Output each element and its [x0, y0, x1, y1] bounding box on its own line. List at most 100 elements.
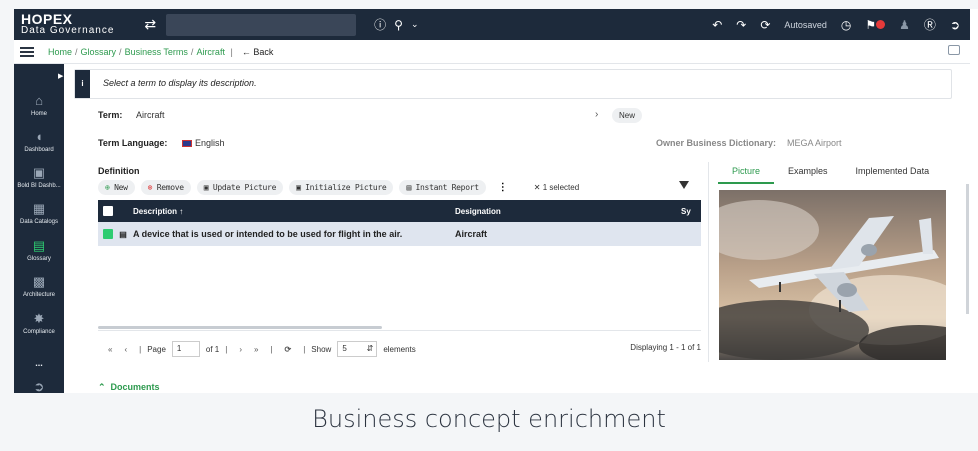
column-header-description[interactable]: Description ↑ [133, 207, 455, 216]
panel-divider[interactable] [708, 162, 709, 362]
sidebar-item-bold-bi[interactable]: ▣ Bold BI Dashb... [14, 165, 64, 190]
breadcrumb-business-terms[interactable]: Business Terms [125, 47, 188, 57]
tab-examples[interactable]: Examples [774, 164, 842, 184]
sidebar-item-label: Home [30, 111, 47, 117]
swap-icon[interactable]: ⇄ [144, 17, 156, 33]
instant-report-button[interactable]: ▤ Instant Report [399, 179, 486, 195]
page-size-stepper[interactable]: 5 ⇵ [337, 341, 378, 357]
page-of-label: of 1 [205, 344, 220, 354]
notifications-icon[interactable]: ⚑ [865, 18, 886, 32]
breadcrumb: Home / Glossary / Business Terms / Aircraft | [48, 46, 233, 57]
term-label: Term: [98, 110, 123, 120]
export-icon: ➲ [33, 379, 45, 394]
glossary-icon: ▤ [32, 238, 46, 253]
aircraft-image [719, 190, 946, 360]
detail-tabs: Picture Examples Implemented Data [718, 164, 943, 184]
refresh-grid-icon[interactable]: ⟳ [285, 345, 292, 354]
column-header-designation[interactable]: Designation [455, 207, 681, 216]
tab-picture[interactable]: Picture [718, 164, 775, 184]
definition-grid: Description ↑ Designation Sy ▤ A device … [98, 200, 701, 246]
first-page-icon[interactable]: « [108, 345, 112, 354]
sidebar-item-compliance[interactable]: ✸ Compliance [14, 311, 64, 336]
page-input[interactable]: 1 [171, 341, 200, 357]
previous-page-icon[interactable]: ‹ [124, 345, 127, 354]
new-button-label: New [114, 182, 128, 192]
sidebar-item-label: Dashboard [24, 147, 54, 153]
help-icon[interactable]: Ⓡ [924, 16, 936, 33]
more-actions-icon[interactable]: ⋮ [498, 182, 508, 193]
undo-icon[interactable]: ↶ [712, 18, 722, 32]
compliance-icon: ✸ [33, 311, 45, 326]
grid-divider [98, 330, 701, 331]
user-icon[interactable]: ♟ [899, 18, 910, 32]
sidebar-item-data-catalogs[interactable]: ▦ Data Catalogs [14, 202, 64, 226]
plus-icon: ⊕ [105, 182, 110, 192]
filter-icon[interactable] [679, 181, 689, 189]
top-bar: HOPEX Data Governance ⇄ ⓘ ⚲ ⌄ ↶ ↷ ⟳ Auto… [14, 9, 970, 40]
last-page-icon[interactable]: » [254, 345, 258, 354]
logout-icon[interactable]: ➲ [950, 18, 960, 32]
next-page-icon[interactable]: › [239, 345, 242, 354]
panel-vertical-scrollbar[interactable] [966, 184, 969, 314]
history-icon[interactable]: ◷ [841, 18, 851, 32]
main-content: i Select a term to display its descripti… [64, 64, 970, 393]
comment-icon[interactable] [948, 45, 960, 55]
update-picture-button[interactable]: ▣ Update Picture [196, 179, 284, 195]
term-language-value[interactable]: English [182, 138, 225, 148]
app-logo[interactable]: HOPEX Data Governance [21, 12, 114, 36]
global-search-input[interactable] [166, 13, 357, 36]
displaying-count: Displaying 1 - 1 of 1 [630, 343, 701, 352]
tab-implemented-data[interactable]: Implemented Data [842, 164, 944, 184]
definition-icon: ▤ [119, 229, 127, 239]
remove-button[interactable]: ⊗ Remove [140, 179, 191, 195]
info-icon[interactable]: ⓘ [374, 16, 386, 33]
selection-count[interactable]: ✕ 1 selected [534, 183, 579, 192]
picture-icon: ▣ [203, 182, 209, 192]
horizontal-scrollbar[interactable] [98, 326, 382, 329]
row-designation: Aircraft [455, 229, 488, 239]
report-icon: ▤ [406, 182, 411, 192]
breadcrumb-glossary[interactable]: Glossary [81, 47, 117, 57]
term-value[interactable]: Aircraft [136, 110, 165, 120]
info-banner: i Select a term to display its descripti… [74, 69, 952, 99]
sidebar-item-glossary[interactable]: ▤ Glossary [14, 238, 64, 263]
initialize-picture-button[interactable]: ▣ Initialize Picture [289, 179, 394, 195]
table-row[interactable]: ▤ A device that is used or intended to b… [98, 222, 701, 246]
owner-dictionary-value[interactable]: MEGA Airport [787, 138, 842, 148]
notification-badge [876, 19, 886, 29]
update-picture-label: Update Picture [212, 182, 277, 192]
sidebar-item-extra[interactable]: ➲ [14, 380, 64, 397]
refresh-icon[interactable]: ⟳ [760, 18, 770, 32]
info-icon: i [75, 70, 90, 98]
search-icon[interactable]: ⚲ [394, 18, 403, 32]
redo-icon[interactable]: ↷ [736, 18, 746, 32]
pagination-bar: « ‹ | Page 1 of 1 | › » | ⟳ | Show 5 ⇵ e… [98, 340, 701, 358]
chevron-down-icon[interactable]: ⌄ [411, 20, 419, 30]
back-button[interactable]: ← Back [242, 47, 274, 57]
chevron-right-icon[interactable]: › [595, 109, 598, 120]
breadcrumb-home[interactable]: Home [48, 47, 72, 57]
sidebar-item-more[interactable]: ... [14, 358, 64, 368]
sidebar-item-label: Bold BI Dashb... [17, 183, 61, 189]
sidebar-item-home[interactable]: ⌂ Home [14, 94, 64, 118]
sidebar-item-label: Compliance [23, 329, 55, 335]
definition-label: Definition [98, 166, 140, 176]
expand-sidebar-icon[interactable]: ▶ [58, 72, 63, 80]
sidebar-item-architecture[interactable]: ▩ Architecture [14, 274, 64, 299]
sidebar-item-label: Glossary [27, 256, 51, 262]
new-term-button[interactable]: New [612, 108, 642, 123]
architecture-icon: ▩ [32, 274, 46, 289]
language-text: English [195, 138, 225, 148]
bi-icon: ▣ [32, 165, 46, 180]
column-header-synonym[interactable]: Sy [681, 207, 691, 216]
row-checkbox[interactable] [103, 229, 113, 239]
menu-icon[interactable] [20, 45, 34, 59]
new-button[interactable]: ⊕ New [98, 179, 135, 195]
initialize-picture-label: Initialize Picture [305, 182, 387, 192]
breadcrumb-bar: Home / Glossary / Business Terms / Aircraft | … [14, 40, 970, 64]
documents-section-toggle[interactable]: ⌃ Documents [98, 382, 160, 393]
select-all-checkbox[interactable] [103, 206, 113, 216]
sidebar-item-dashboard[interactable]: ◖ Dashboard [14, 130, 64, 154]
breadcrumb-current: Aircraft [196, 46, 225, 57]
page-size-value: 5 [342, 344, 347, 353]
